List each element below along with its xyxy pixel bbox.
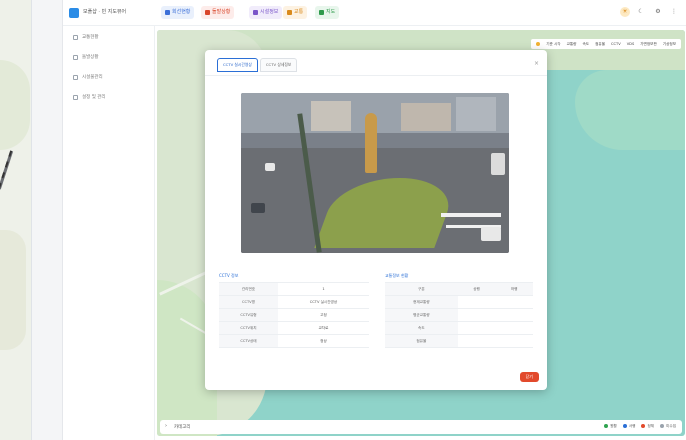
video-car — [481, 227, 501, 241]
video-building — [456, 97, 496, 131]
cctv-info-title: CCTV 정보 — [219, 273, 239, 278]
legend-item: 미수집 — [660, 424, 676, 429]
tab-cctv-detail[interactable]: CCTV 상세정보 — [259, 58, 298, 72]
app-title: 모플샵 · 빈 지도뷰어 — [83, 9, 127, 15]
cctv-modal: CCTV 실시간영상 CCTV 상세정보 × CCTV 정보 관리번호 1 CC… — [205, 50, 547, 390]
app-logo-icon — [69, 8, 79, 18]
map-chip[interactable]: 기준 시각 — [546, 42, 560, 47]
sidebar-item-facility[interactable]: 시설물관리 — [73, 72, 103, 82]
table-row: CCTV유형 고정 — [219, 308, 369, 322]
map-chip[interactable]: 기상정보 — [663, 42, 676, 47]
toolbar-button-incident[interactable]: 돌발상황 — [201, 6, 235, 19]
map-route-line — [0, 150, 14, 190]
traffic-info-table: 구분 상행 하행 현재교통량 평균교통량 속도 점유율 — [385, 282, 533, 348]
menu-icon[interactable]: ⋮ — [669, 7, 679, 17]
category-toggle[interactable]: 카테고리 — [174, 424, 191, 430]
map-legend: 원활 서행 정체 미수집 — [604, 424, 676, 429]
close-icon[interactable]: × — [534, 60, 539, 67]
map-bottom-bar: › 카테고리 원활 서행 정체 미수집 — [160, 420, 682, 434]
status-icon — [165, 10, 170, 15]
map-chip[interactable]: 교통량 — [567, 42, 577, 47]
facility-icon — [253, 10, 258, 15]
sidebar-item-label: 설정 및 관리 — [82, 95, 106, 100]
map-land — [575, 70, 685, 150]
sidebar: 교통현황 돌발상황 시설물관리 설정 및 관리 — [63, 26, 155, 440]
video-building — [311, 101, 351, 131]
legend-swatch — [604, 424, 609, 428]
map-filter-chips: 기준 시각 교통량 속도 점유율 CCTV VDS 가변정보판 기상정보 — [531, 39, 681, 49]
sidebar-item-settings[interactable]: 설정 및 관리 — [73, 92, 106, 102]
table-row: 관리번호 1 — [219, 282, 369, 296]
video-car — [265, 163, 275, 171]
top-bar: 모플샵 · 빈 지도뷰어 회선현황 돌발상황 시설정보 교통 지도 ☀ ☾ ⚙ … — [63, 0, 686, 26]
sidebar-item-label: 시설물관리 — [82, 75, 103, 80]
background-map-strip — [0, 0, 32, 440]
sidebar-item-label: 돌발상황 — [82, 55, 99, 60]
sidebar-item-incident[interactable]: 돌발상황 — [73, 52, 99, 62]
map-park-area — [0, 230, 26, 350]
legend-item: 원활 — [604, 424, 617, 429]
traffic-icon — [287, 10, 292, 15]
alert-icon — [73, 54, 78, 60]
moon-icon[interactable]: ☾ — [636, 7, 646, 17]
map-park-area — [0, 60, 30, 150]
table-row: CCTV명 CCTV 실시간영상 — [219, 295, 369, 309]
map-chip[interactable]: 점유율 — [595, 42, 605, 47]
table-row: 속도 — [385, 321, 533, 335]
legend-swatch — [622, 424, 627, 428]
table-row: 현재교통량 — [385, 295, 533, 309]
video-car — [251, 203, 265, 213]
map-chip[interactable]: VDS — [627, 42, 635, 46]
legend-swatch — [641, 424, 646, 428]
video-car — [491, 153, 505, 175]
sidebar-item-label: 교통현황 — [82, 35, 99, 40]
traffic-info-title: 교통정보 현황 — [385, 273, 409, 278]
legend-item: 서행 — [622, 424, 635, 429]
toolbar-button-map[interactable]: 지도 — [315, 6, 340, 19]
table-header-row: 구분 상행 하행 — [385, 282, 533, 296]
gear-icon[interactable]: ⚙ — [653, 7, 663, 17]
video-building — [401, 103, 451, 131]
toolbar-button-status[interactable]: 회선현황 — [161, 6, 195, 19]
incident-icon — [205, 10, 210, 15]
cctv-info-table: 관리번호 1 CCTV명 CCTV 실시간영상 CCTV유형 고정 CCTV위치… — [219, 282, 369, 348]
toolbar-button-facility[interactable]: 시설정보 — [249, 6, 283, 19]
traffic-icon — [73, 34, 78, 40]
legend-swatch — [660, 424, 665, 428]
table-row: 평균교통량 — [385, 308, 533, 322]
sun-icon[interactable]: ☀ — [620, 7, 630, 17]
map-chip[interactable]: 속도 — [582, 42, 589, 47]
map-chip[interactable]: CCTV — [611, 42, 621, 46]
table-row: CCTV상태 정상 — [219, 334, 369, 348]
chevron-right-icon[interactable]: › — [165, 423, 167, 429]
app-window: 모플샵 · 빈 지도뷰어 회선현황 돌발상황 시설정보 교통 지도 ☀ ☾ ⚙ … — [62, 0, 686, 440]
modal-tabs: CCTV 실시간영상 CCTV 상세정보 — [217, 58, 298, 72]
clock-icon — [536, 42, 541, 46]
toolbar-button-traffic[interactable]: 교통 — [283, 6, 308, 19]
divider — [205, 75, 547, 76]
window-gap — [32, 0, 62, 440]
table-row: CCTV위치 교차로 — [219, 321, 369, 335]
settings-icon — [73, 94, 78, 100]
legend-item: 정체 — [641, 424, 654, 429]
sidebar-item-traffic[interactable]: 교통현황 — [73, 32, 99, 42]
video-lane-mark — [441, 213, 501, 217]
tab-cctv-live[interactable]: CCTV 실시간영상 — [217, 58, 258, 72]
video-statue — [365, 113, 377, 173]
table-row: 점유율 — [385, 334, 533, 348]
facility-icon — [73, 74, 78, 80]
map-icon — [319, 10, 324, 15]
cctv-video-frame — [241, 93, 509, 253]
close-button[interactable]: 닫기 — [519, 372, 539, 382]
map-chip[interactable]: 가변정보판 — [640, 42, 657, 47]
